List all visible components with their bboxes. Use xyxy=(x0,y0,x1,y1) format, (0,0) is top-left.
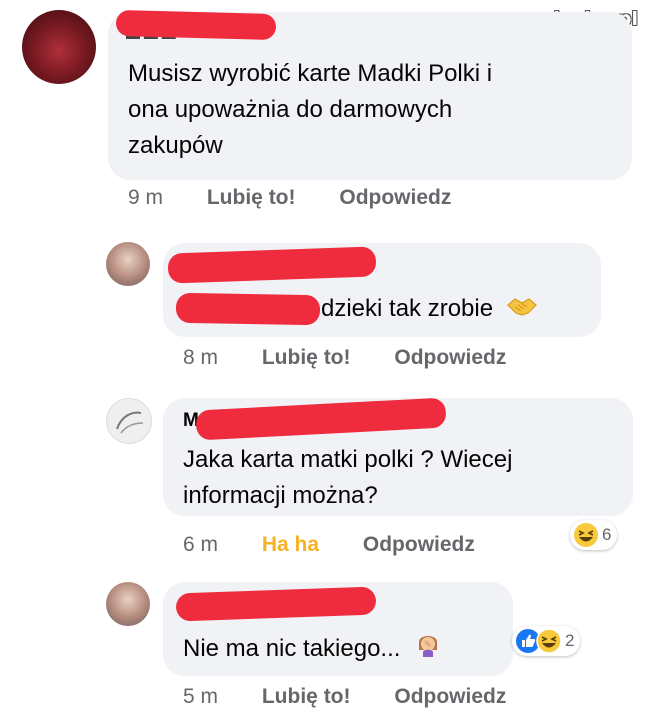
comment-actions: 9 m Lubię to! Odpowiedz xyxy=(128,186,451,210)
comment-text-line: Musisz wyrobić karte Madki Polki i xyxy=(128,60,493,87)
avatar[interactable] xyxy=(22,10,96,84)
facepalm-emoji xyxy=(415,630,441,669)
avatar[interactable] xyxy=(106,398,152,444)
comment-text: Musisz wyrobić karte Madki Polki i ona u… xyxy=(128,56,628,164)
avatar[interactable] xyxy=(106,242,150,286)
comment-actions: 5 m Lubię to! Odpowiedz xyxy=(183,685,506,709)
comment-text-line: zakupów xyxy=(128,132,223,159)
comment-actions: 8 m Lubię to! Odpowiedz xyxy=(183,346,506,370)
reply-button[interactable]: Odpowiedz xyxy=(394,346,506,370)
timestamp[interactable]: 9 m xyxy=(128,186,163,210)
comment-text: Jaka karta matki polki ? Wiecej informac… xyxy=(183,442,623,514)
comment-text-content: Nie ma nic takiego... xyxy=(183,634,401,662)
reaction-count: 6 xyxy=(602,525,612,544)
reaction-summary[interactable]: 2 xyxy=(512,626,581,656)
haha-button[interactable]: Ha ha xyxy=(262,533,319,557)
comment-text-content: dzieki tak zrobie xyxy=(321,295,494,322)
like-button[interactable]: Lubię to! xyxy=(262,346,351,370)
reaction-count: 2 xyxy=(565,631,575,650)
name-redaction xyxy=(175,292,321,326)
reply-button[interactable]: Odpowiedz xyxy=(339,186,451,210)
haha-icon xyxy=(536,628,562,654)
timestamp[interactable]: 5 m xyxy=(183,685,218,709)
handshake-emoji xyxy=(506,292,538,328)
comment-text: dzieki tak zrobie xyxy=(321,291,538,328)
comment-text-line: Jaka karta matki polki ? Wiecej xyxy=(183,446,513,473)
reply-button[interactable]: Odpowiedz xyxy=(394,685,506,709)
comment-text-line: informacji można? xyxy=(183,482,378,509)
like-button[interactable]: Lubię to! xyxy=(207,186,296,210)
avatar-sketch-icon xyxy=(116,411,144,434)
timestamp[interactable]: 6 m xyxy=(183,533,218,557)
like-button[interactable]: Lubię to! xyxy=(262,685,351,709)
timestamp[interactable]: 8 m xyxy=(183,346,218,370)
name-redaction xyxy=(115,9,277,41)
comment-text-line: ona upoważnia do darmowych xyxy=(128,96,453,123)
avatar[interactable] xyxy=(106,582,150,626)
comment-text: Nie ma nic takiego... xyxy=(183,630,441,669)
comment-actions: 6 m Ha ha Odpowiedz xyxy=(183,533,475,557)
reply-button[interactable]: Odpowiedz xyxy=(363,533,475,557)
reaction-summary[interactable]: 6 xyxy=(570,520,618,550)
haha-icon xyxy=(573,522,599,548)
